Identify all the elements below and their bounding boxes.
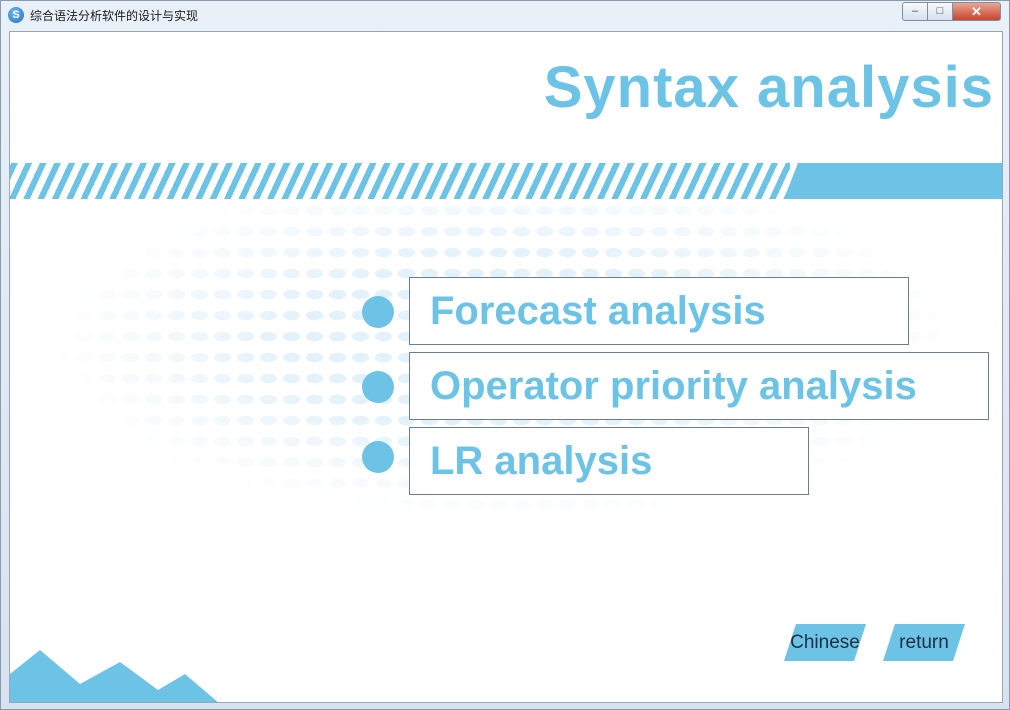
operator-priority-analysis-label: Operator priority analysis xyxy=(430,364,917,408)
app-window: S 综合语法分析软件的设计与实现 – □ ✕ Syntax analysis F… xyxy=(0,0,1010,710)
window-title: 综合语法分析软件的设计与实现 xyxy=(30,9,199,23)
maximize-button[interactable]: □ xyxy=(927,2,953,21)
lr-analysis-button[interactable]: LR analysis xyxy=(409,427,809,495)
page-title: Syntax analysis xyxy=(543,55,994,120)
bullet-icon xyxy=(362,371,394,403)
main-panel: Syntax analysis Forecast analysis Operat… xyxy=(9,31,1003,703)
bullet-icon xyxy=(362,441,394,473)
decorative-mountains xyxy=(10,650,218,702)
app-logo-icon: S xyxy=(8,7,24,23)
decorative-stripe-solid xyxy=(784,163,1002,199)
forecast-analysis-label: Forecast analysis xyxy=(430,289,766,333)
forecast-analysis-button[interactable]: Forecast analysis xyxy=(409,277,909,345)
return-button[interactable]: return xyxy=(883,624,965,661)
operator-priority-analysis-button[interactable]: Operator priority analysis xyxy=(409,352,989,420)
decorative-stripe-band xyxy=(10,163,790,199)
lr-analysis-label: LR analysis xyxy=(430,439,653,483)
title-bar[interactable]: S 综合语法分析软件的设计与实现 – □ ✕ xyxy=(1,1,1009,31)
chinese-language-button[interactable]: Chinese xyxy=(784,624,866,661)
close-button[interactable]: ✕ xyxy=(952,2,1001,21)
minimize-button[interactable]: – xyxy=(902,2,928,21)
bullet-icon xyxy=(362,296,394,328)
